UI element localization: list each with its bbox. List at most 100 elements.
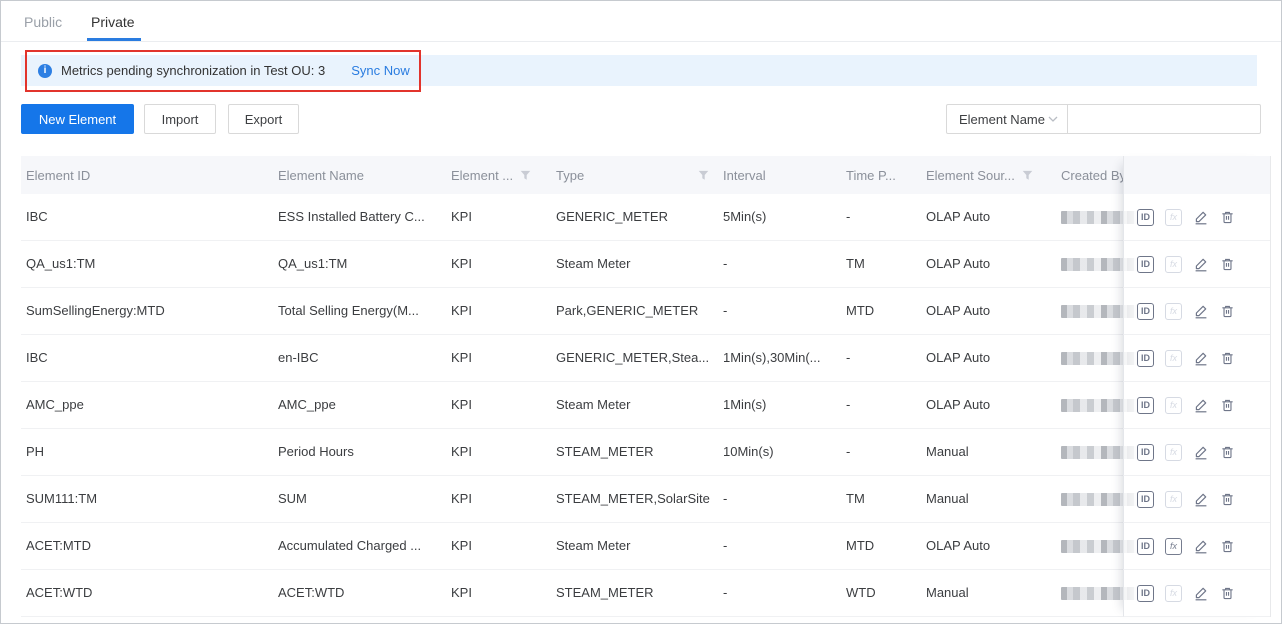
delete-trash-icon[interactable] (1220, 210, 1235, 225)
cell-element-name: Period Hours (278, 429, 451, 475)
delete-trash-icon[interactable] (1220, 398, 1235, 413)
cell-type: STEAM_METER (556, 570, 723, 616)
id-badge-icon[interactable]: ID (1137, 397, 1154, 414)
cell-element-name: AMC_ppe (278, 382, 451, 428)
edit-pencil-icon[interactable] (1193, 585, 1209, 601)
edit-pencil-icon[interactable] (1193, 491, 1209, 507)
id-badge-icon[interactable]: ID (1137, 538, 1154, 555)
delete-trash-icon[interactable] (1220, 586, 1235, 601)
cell-element-type: KPI (451, 429, 556, 475)
fx-formula-icon[interactable]: fx (1165, 444, 1182, 461)
id-badge-icon[interactable]: ID (1137, 303, 1154, 320)
id-badge-icon[interactable]: ID (1137, 585, 1154, 602)
table-row: PH Period Hours KPI STEAM_METER 10Min(s)… (21, 429, 1271, 476)
id-badge-icon[interactable]: ID (1137, 444, 1154, 461)
tab-private[interactable]: Private (91, 1, 135, 41)
column-label: Element ID (26, 168, 90, 183)
cell-element-name: ACET:WTD (278, 570, 451, 616)
info-icon: i (38, 64, 52, 78)
cell-interval: - (723, 476, 846, 522)
table-row: SumSellingEnergy:MTD Total Selling Energ… (21, 288, 1271, 335)
table-row: ACET:WTD ACET:WTD KPI STEAM_METER - WTD … (21, 570, 1271, 617)
cell-type: Steam Meter (556, 523, 723, 569)
filter-icon[interactable] (698, 170, 709, 181)
column-label: Type (556, 168, 584, 183)
edit-pencil-icon[interactable] (1193, 444, 1209, 460)
delete-trash-icon[interactable] (1220, 539, 1235, 554)
fx-formula-icon[interactable]: fx (1165, 585, 1182, 602)
edit-pencil-icon[interactable] (1193, 350, 1209, 366)
cell-element-type: KPI (451, 335, 556, 381)
fx-formula-icon[interactable]: fx (1165, 350, 1182, 367)
fx-formula-icon[interactable]: fx (1165, 256, 1182, 273)
cell-element-id: IBC (26, 194, 278, 240)
banner-text: Metrics pending synchronization in Test … (61, 63, 325, 78)
cell-interval: 10Min(s) (723, 429, 846, 475)
filter-icon[interactable] (520, 170, 531, 181)
cell-element-type: KPI (451, 523, 556, 569)
table-row: AMC_ppe AMC_ppe KPI Steam Meter 1Min(s) … (21, 382, 1271, 429)
row-actions: ID fx (1123, 288, 1270, 335)
id-badge-icon[interactable]: ID (1137, 350, 1154, 367)
sync-now-link[interactable]: Sync Now (351, 63, 410, 78)
row-actions: ID fx (1123, 429, 1270, 476)
cell-type: STEAM_METER (556, 429, 723, 475)
filter-icon[interactable] (1022, 170, 1033, 181)
fx-formula-icon[interactable]: fx (1165, 397, 1182, 414)
search-input[interactable] (1067, 104, 1261, 134)
table-row: IBC ESS Installed Battery C... KPI GENER… (21, 194, 1271, 241)
delete-trash-icon[interactable] (1220, 257, 1235, 272)
fx-formula-icon[interactable]: fx (1165, 538, 1182, 555)
edit-pencil-icon[interactable] (1193, 538, 1209, 554)
edit-pencil-icon[interactable] (1193, 303, 1209, 319)
id-badge-icon[interactable]: ID (1137, 256, 1154, 273)
cell-element-source: Manual (926, 476, 1061, 522)
new-element-button[interactable]: New Element (21, 104, 134, 134)
fx-formula-icon[interactable]: fx (1165, 303, 1182, 320)
row-actions: ID fx (1123, 241, 1270, 288)
column-label: Created By (1061, 168, 1126, 183)
cell-type: GENERIC_METER (556, 194, 723, 240)
column-header-element-type: Element ... (451, 156, 556, 194)
fx-formula-icon[interactable]: fx (1165, 491, 1182, 508)
cell-element-source: OLAP Auto (926, 288, 1061, 334)
cell-element-id: SUM111:TM (26, 476, 278, 522)
cell-time-pattern: MTD (846, 288, 926, 334)
cell-type: GENERIC_METER,Stea... (556, 335, 723, 381)
tab-public[interactable]: Public (24, 1, 62, 41)
cell-element-source: OLAP Auto (926, 335, 1061, 381)
edit-pencil-icon[interactable] (1193, 209, 1209, 225)
cell-element-type: KPI (451, 570, 556, 616)
cell-interval: - (723, 241, 846, 287)
fx-formula-icon[interactable]: fx (1165, 209, 1182, 226)
row-actions: ID fx (1123, 523, 1270, 570)
search-field-selector[interactable]: Element Name (946, 104, 1068, 134)
cell-element-id: IBC (26, 335, 278, 381)
cell-type: STEAM_METER,SolarSite (556, 476, 723, 522)
column-header-element-name: Element Name (278, 156, 451, 194)
cell-element-type: KPI (451, 241, 556, 287)
edit-pencil-icon[interactable] (1193, 397, 1209, 413)
edit-pencil-icon[interactable] (1193, 256, 1209, 272)
delete-trash-icon[interactable] (1220, 492, 1235, 507)
cell-element-name: en-IBC (278, 335, 451, 381)
cell-element-source: OLAP Auto (926, 523, 1061, 569)
column-label: Element ... (451, 168, 513, 183)
delete-trash-icon[interactable] (1220, 304, 1235, 319)
fixed-actions-column: ID fx ID fx ID fx ID fx (1123, 156, 1271, 617)
delete-trash-icon[interactable] (1220, 445, 1235, 460)
cell-interval: 1Min(s),30Min(... (723, 335, 846, 381)
column-label: Time P... (846, 168, 896, 183)
id-badge-icon[interactable]: ID (1137, 491, 1154, 508)
delete-trash-icon[interactable] (1220, 351, 1235, 366)
cell-time-pattern: - (846, 429, 926, 475)
cell-element-source: OLAP Auto (926, 241, 1061, 287)
cell-time-pattern: TM (846, 241, 926, 287)
cell-interval: 1Min(s) (723, 382, 846, 428)
cell-time-pattern: - (846, 335, 926, 381)
id-badge-icon[interactable]: ID (1137, 209, 1154, 226)
import-button[interactable]: Import (144, 104, 216, 134)
column-label: Interval (723, 168, 766, 183)
export-button[interactable]: Export (228, 104, 299, 134)
cell-element-id: ACET:MTD (26, 523, 278, 569)
